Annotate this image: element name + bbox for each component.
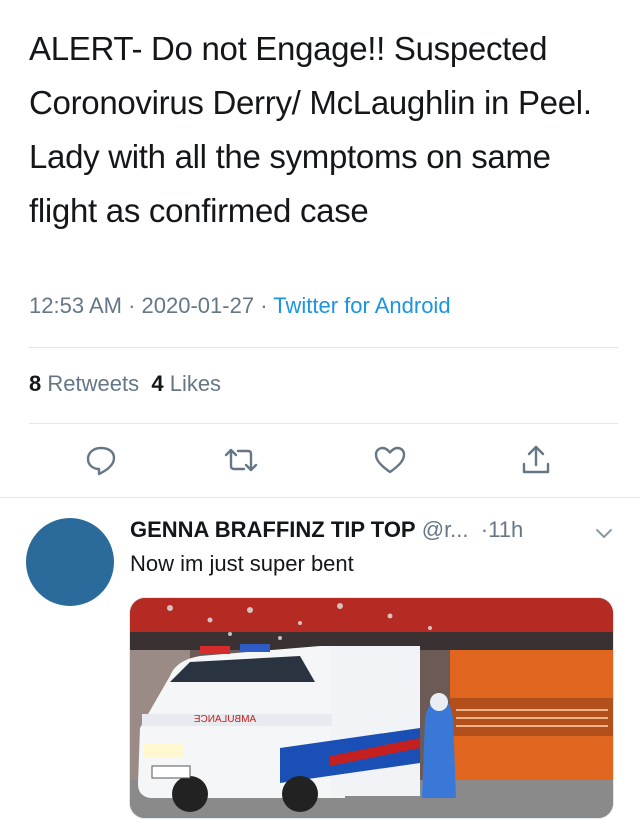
thread-divider [0, 497, 640, 498]
reply-text: Now im just super bent [130, 551, 354, 576]
likes-label: Likes [169, 371, 222, 396]
share-button[interactable] [516, 440, 556, 480]
tweet-time: 12:53 AM [29, 293, 122, 318]
reply-header: GENNA BRAFFINZ TIP TOP @r... ·11h [130, 517, 523, 543]
heart-icon [374, 446, 406, 474]
tweet-meta: 12:53 AM · 2020-01-27 · Twitter for Andr… [29, 293, 451, 319]
meta-separator: · [260, 293, 274, 318]
tweet-text: ALERT- Do not Engage!! Suspected Coronov… [29, 30, 592, 229]
meta-separator: · [128, 293, 142, 318]
like-button[interactable] [370, 440, 410, 480]
likes-stat[interactable]: 4 Likes [151, 371, 221, 396]
retweet-button[interactable] [221, 440, 261, 480]
retweets-count: 8 [29, 371, 42, 396]
reply-media-image[interactable]: AMBULANCE [129, 597, 614, 819]
avatar[interactable] [26, 518, 114, 606]
reply-author-name[interactable]: GENNA BRAFFINZ TIP TOP [130, 517, 416, 542]
tweet-source-link[interactable]: Twitter for Android [273, 293, 450, 318]
share-icon [522, 445, 550, 474]
retweets-stat[interactable]: 8 Retweets [29, 371, 139, 396]
divider [29, 423, 618, 424]
tweet-stats: 8 Retweets 4 Likes [29, 371, 221, 397]
reply-button[interactable] [81, 440, 121, 480]
likes-count: 4 [151, 371, 164, 396]
reply-time: 11h [488, 517, 524, 542]
chevron-down-icon[interactable] [594, 526, 614, 542]
divider [29, 347, 618, 348]
reply-author-handle[interactable]: @r... [422, 517, 469, 542]
reply-icon [86, 446, 116, 476]
reply-dot: · [474, 517, 489, 542]
tweet-date: 2020-01-27 [141, 293, 255, 318]
retweets-label: Retweets [47, 371, 140, 396]
ambulance-photo: AMBULANCE [130, 598, 613, 818]
ambulance-hood-text: AMBULANCE [194, 714, 257, 725]
retweet-icon [224, 448, 258, 472]
tweet-actions [0, 440, 640, 486]
